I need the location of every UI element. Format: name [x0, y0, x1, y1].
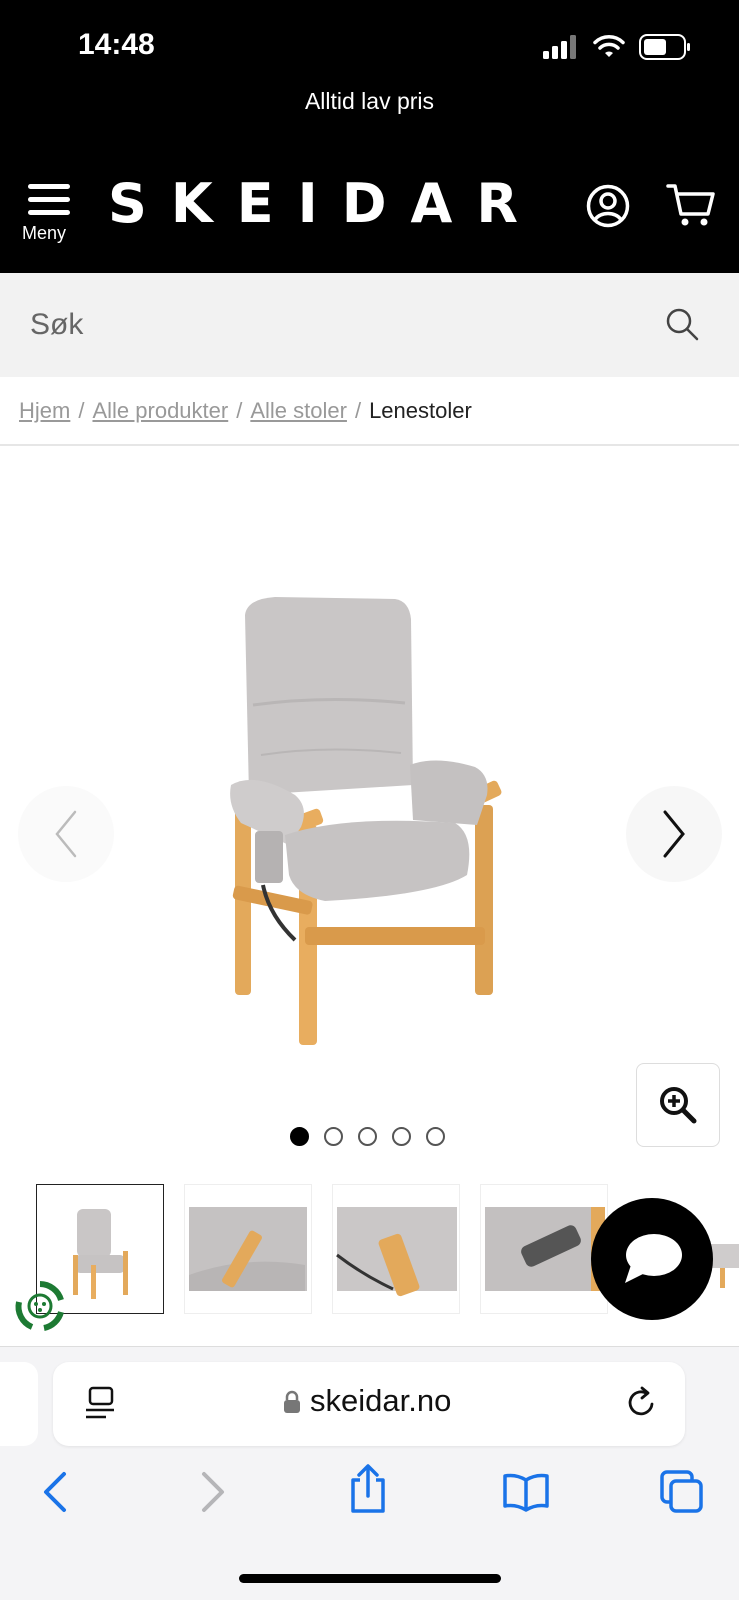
carousel-prev-button[interactable]	[18, 786, 114, 882]
wifi-icon	[593, 35, 625, 57]
home-indicator	[239, 1574, 501, 1583]
thumbnail-wood-detail-image	[336, 1207, 457, 1297]
page-menu-icon	[86, 1386, 114, 1419]
menu-label: Meny	[22, 223, 67, 243]
recycle-leaf-icon	[15, 1281, 64, 1331]
site-header: 14:48 Alltid lav pris Meny SKEIDAR	[0, 0, 739, 273]
zoom-button[interactable]	[636, 1063, 720, 1147]
share-button[interactable]	[348, 1464, 388, 1518]
divider	[0, 444, 739, 446]
eco-badge[interactable]	[14, 1280, 66, 1336]
cellular-signal-icon	[543, 35, 576, 59]
book-icon	[503, 1473, 549, 1512]
breadcrumb-link-home[interactable]: Hjem	[19, 398, 70, 423]
search-input[interactable]	[30, 299, 630, 351]
search-button[interactable]	[664, 306, 700, 346]
thumbnail-strip	[36, 1184, 608, 1314]
breadcrumb-link-all-products[interactable]: Alle produkter	[92, 398, 228, 423]
hamburger-icon	[28, 184, 70, 189]
share-icon	[351, 1464, 385, 1513]
thumbnail[interactable]	[184, 1184, 312, 1314]
zoom-in-icon	[660, 1087, 697, 1124]
page-settings-button[interactable]	[86, 1386, 116, 1424]
menu-button[interactable]: Meny	[22, 184, 74, 256]
battery-icon	[639, 34, 690, 60]
breadcrumb-separator: /	[354, 398, 362, 423]
carousel-next-button[interactable]	[626, 786, 722, 882]
status-time: 14:48	[78, 28, 155, 61]
hamburger-icon-bar	[28, 197, 70, 202]
thumbnail-remote-control-image	[485, 1207, 605, 1291]
thumbnail-armrest-image	[189, 1207, 307, 1291]
carousel-dots	[290, 1127, 445, 1146]
tabs-button[interactable]	[660, 1470, 704, 1518]
breadcrumb-separator: /	[236, 398, 243, 423]
back-arrow-icon	[44, 1472, 66, 1512]
browser-back-button[interactable]	[40, 1470, 70, 1518]
carousel-dot[interactable]	[290, 1127, 309, 1146]
hamburger-icon-bar	[28, 210, 70, 215]
reload-button[interactable]	[626, 1386, 658, 1424]
thumbnail[interactable]	[332, 1184, 460, 1314]
shopping-cart-icon	[666, 184, 715, 226]
chat-bubble-icon	[625, 1234, 682, 1283]
browser-forward-button[interactable]	[198, 1470, 228, 1518]
carousel-dot[interactable]	[358, 1127, 377, 1146]
breadcrumb: Hjem / Alle produkter / Alle stoler / Lenestol…	[19, 398, 472, 424]
chat-button[interactable]	[591, 1198, 713, 1320]
breadcrumb-current: Lenestoler	[369, 398, 472, 423]
search-icon	[666, 308, 699, 341]
lock-icon	[283, 1390, 301, 1418]
thumbnail[interactable]	[480, 1184, 608, 1314]
forward-arrow-icon	[202, 1472, 224, 1512]
status-icons	[543, 34, 691, 60]
previous-tab-preview[interactable]	[0, 1362, 38, 1446]
tabs-icon	[660, 1470, 703, 1513]
carousel-dot[interactable]	[392, 1127, 411, 1146]
product-image[interactable]	[205, 595, 535, 1065]
reload-icon	[628, 1386, 654, 1416]
search-bar	[0, 273, 739, 377]
promo-banner: Alltid lav pris	[304, 88, 435, 114]
carousel-dot[interactable]	[426, 1127, 445, 1146]
user-circle-icon	[586, 184, 630, 228]
account-button[interactable]	[586, 184, 630, 232]
cart-button[interactable]	[666, 182, 716, 232]
chevron-right-icon	[663, 810, 685, 858]
bookmarks-button[interactable]	[502, 1472, 550, 1516]
breadcrumb-link-all-chairs[interactable]: Alle stoler	[250, 398, 347, 423]
chevron-left-icon	[55, 810, 77, 858]
site-logo[interactable]: SKEIDAR	[108, 172, 542, 235]
address-url[interactable]: skeidar.no	[310, 1383, 451, 1419]
carousel-dot[interactable]	[324, 1127, 343, 1146]
breadcrumb-separator: /	[78, 398, 85, 423]
recliner-chair-illustration	[230, 597, 502, 1045]
